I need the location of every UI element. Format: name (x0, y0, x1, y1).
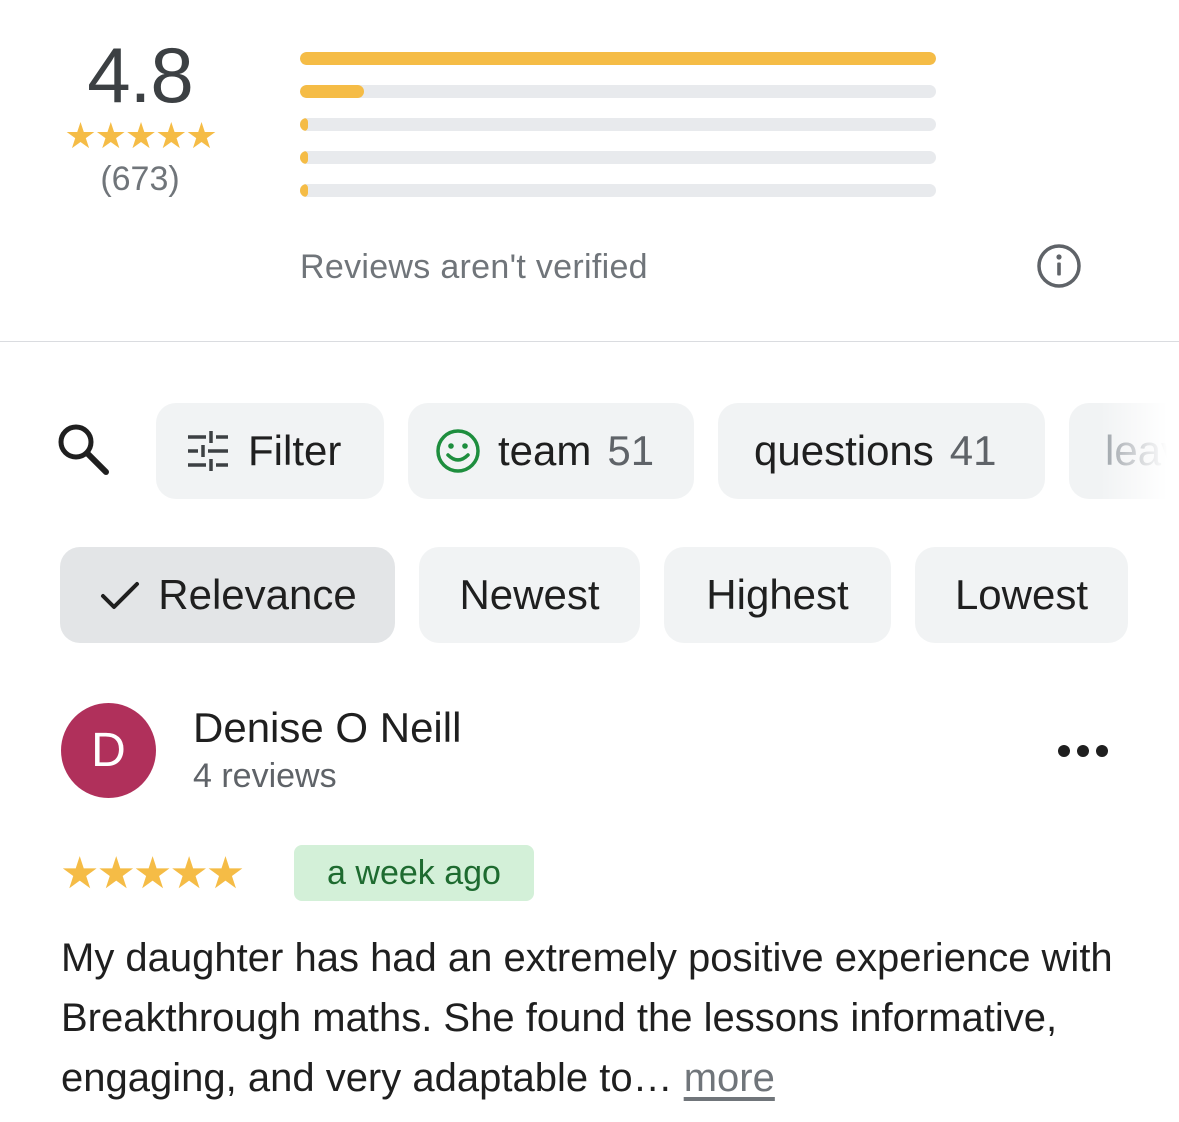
avatar[interactable]: D (61, 703, 156, 798)
review-stars: ★★★★★ (60, 848, 245, 899)
rating-bar-1[interactable] (300, 184, 936, 197)
smiley-icon (436, 429, 480, 473)
rating-bar-1-fill (300, 184, 308, 197)
filter-button[interactable]: Filter (156, 403, 384, 499)
filter-label: Filter (248, 427, 342, 474)
section-divider (0, 341, 1179, 342)
rating-bar-2[interactable] (300, 151, 936, 164)
checkmark-icon (101, 582, 140, 609)
review-body: My daughter has had an extremely positiv… (61, 928, 1141, 1108)
sort-label: Newest (459, 571, 600, 618)
sort-relevance-button[interactable]: Relevance (60, 547, 395, 643)
rating-bar-5[interactable] (300, 52, 936, 65)
info-icon[interactable] (1034, 241, 1084, 291)
topic-label: questions (754, 427, 934, 474)
rating-bar-3[interactable] (300, 118, 936, 131)
verified-notice: Reviews aren't verified (300, 248, 648, 286)
topic-chip-questions[interactable]: questions 41 (718, 403, 1045, 499)
rating-bar-4[interactable] (300, 85, 936, 98)
review-time-badge: a week ago (294, 845, 534, 901)
sort-label: Relevance (158, 571, 357, 618)
sort-label: Lowest (954, 571, 1089, 618)
topic-chip-team[interactable]: team 51 (408, 403, 694, 499)
chip-row-fade (1100, 400, 1179, 504)
sort-lowest-button[interactable]: Lowest (915, 547, 1128, 643)
sort-label: Highest (706, 571, 849, 618)
reviews-page: 4.8 ★★★★★ (673) Reviews aren't verified (0, 0, 1179, 1122)
rating-bar-5-fill (300, 52, 936, 65)
average-stars: ★★★★★ (64, 116, 217, 157)
rating-distribution[interactable] (300, 52, 936, 217)
topic-count: 41 (949, 427, 997, 474)
review-text: My daughter has had an extremely positiv… (61, 936, 1113, 1100)
sort-highest-button[interactable]: Highest (664, 547, 891, 643)
search-icon[interactable] (52, 418, 116, 482)
average-rating: 4.8 (87, 31, 193, 119)
review-count: (673) (100, 160, 180, 198)
rating-bar-2-fill (300, 151, 308, 164)
rating-bar-4-fill (300, 85, 364, 98)
reviewer-name[interactable]: Denise O Neill (193, 704, 461, 752)
filter-sliders-icon (188, 431, 228, 471)
rating-summary: 4.8 ★★★★★ (673) Reviews aren't verified (0, 0, 1179, 342)
topic-label: team (498, 427, 592, 474)
more-options-icon[interactable] (1050, 728, 1116, 774)
more-link[interactable]: more (684, 1056, 775, 1100)
topic-count: 51 (607, 427, 655, 474)
reviewer-review-count: 4 reviews (193, 757, 337, 795)
sort-newest-button[interactable]: Newest (419, 547, 640, 643)
rating-bar-3-fill (300, 118, 308, 131)
